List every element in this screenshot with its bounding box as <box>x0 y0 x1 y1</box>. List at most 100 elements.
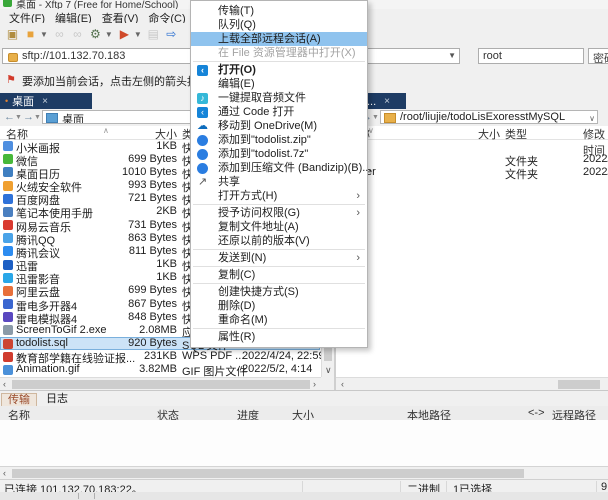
context-menu-item[interactable]: 复制文件地址(A) <box>191 220 367 234</box>
context-menu-item[interactable]: 添加到"todolist.zip" <box>191 133 367 147</box>
remote-file-list: 名称 ∨ 大小 类型 修改时间 文件夹2022/er文件夹2022/ <box>336 126 608 377</box>
context-menu-item[interactable]: 一键提取音频文件♪ <box>191 91 367 105</box>
tab-transfer[interactable]: 传输 <box>1 393 37 407</box>
menu-item-label: 还原以前的版本(V) <box>218 235 310 247</box>
scroll-left-icon[interactable]: ‹ <box>3 468 6 478</box>
menu-item-label: 添加到"todolist.zip" <box>218 134 311 146</box>
context-menu-item[interactable]: 共享↗ <box>191 175 367 189</box>
context-menu-item[interactable]: 删除(D) <box>191 299 367 313</box>
context-menu-item[interactable]: 队列(Q) <box>191 18 367 32</box>
vscode-icon: ‹ <box>197 65 208 76</box>
transfer-col-5[interactable]: <-> <box>528 407 545 419</box>
context-menu-item[interactable]: 添加到压缩文件 (Bandizip)(B)... <box>191 161 367 175</box>
tab-local-desktop[interactable]: • 桌面 × <box>0 93 92 109</box>
file-icon <box>3 194 13 204</box>
scroll-thumb[interactable] <box>12 380 310 389</box>
context-menu-item[interactable]: 编辑(E) <box>191 77 367 91</box>
local-hscrollbar[interactable]: ‹ › <box>0 377 321 391</box>
transfer-hscrollbar[interactable]: ‹ <box>0 466 608 480</box>
path-dropdown-icon[interactable]: ∨ <box>589 114 595 123</box>
context-menu-item[interactable]: 创建快捷方式(S) <box>191 285 367 299</box>
forward-icon[interactable]: → <box>23 111 34 123</box>
file-size: 3.82MB <box>100 363 177 375</box>
forward-dropdown-icon[interactable]: ▼ <box>34 114 41 121</box>
tab-dot-icon: • <box>5 96 8 106</box>
transfer-icon[interactable]: ⇨ <box>163 26 180 42</box>
menu-item-label: 复制(C) <box>218 269 255 281</box>
scroll-thumb[interactable] <box>12 469 524 478</box>
file-row[interactable]: Animation.gif3.82MBGIF 图片文件2022/5/2, 4:1… <box>0 363 320 376</box>
file-row[interactable]: er文件夹2022/ <box>336 166 606 179</box>
remote-hscrollbar[interactable]: ‹ <box>336 377 608 391</box>
menu-item-label: 添加到压缩文件 (Bandizip)(B)... <box>218 162 371 174</box>
status-divider <box>302 481 303 492</box>
scroll-right-icon[interactable]: › <box>313 379 316 389</box>
menu-item-label: 授予访问权限(G) <box>218 207 300 219</box>
back-dropdown-icon[interactable]: ▼ <box>15 114 22 121</box>
back-icon[interactable]: ← <box>4 111 15 123</box>
tick <box>78 493 79 499</box>
scroll-left-icon[interactable]: ‹ <box>341 379 344 389</box>
context-menu-item[interactable]: 授予访问权限(G)› <box>191 206 367 220</box>
menu-item-label: 打开方式(H) <box>218 190 277 202</box>
context-menu-item[interactable]: 传输(T) <box>191 4 367 18</box>
tab-log[interactable]: 日志 <box>40 393 74 406</box>
session-properties-icon[interactable]: ⚙ <box>87 26 104 42</box>
scroll-thumb[interactable] <box>558 380 600 389</box>
menu-item-label: 上载全部远程会话(A) <box>218 33 321 45</box>
menu-item-label: 发送到(N) <box>218 252 266 264</box>
context-menu-item[interactable]: 上载全部远程会话(A) <box>191 32 367 46</box>
file-size: 867 Bytes <box>100 298 177 310</box>
file-name: ScreenToGif 2.exe <box>16 324 107 336</box>
menu-item-label: 共享 <box>218 176 240 188</box>
bandizip-icon <box>197 163 208 174</box>
new-session-icon[interactable]: ▣ <box>4 26 21 42</box>
scroll-down-icon[interactable]: ∨ <box>325 365 332 376</box>
context-menu-item[interactable]: 添加到"todolist.7z" <box>191 147 367 161</box>
open-folder-icon-dropdown[interactable]: ▼ <box>40 30 48 39</box>
scroll-left-icon[interactable]: ‹ <box>3 379 6 389</box>
run-icon-dropdown[interactable]: ▼ <box>134 30 142 39</box>
file-row[interactable]: 文件夹2022/ <box>336 153 606 166</box>
context-menu-item[interactable]: 移动到 OneDrive(M)☁ <box>191 119 367 133</box>
context-menu-item[interactable]: 还原以前的版本(V) <box>191 234 367 248</box>
app-icon <box>3 0 12 7</box>
file-row[interactable] <box>336 140 606 153</box>
context-menu-item[interactable]: 通过 Code 打开‹ <box>191 105 367 119</box>
run-icon[interactable]: ▶ <box>116 26 133 42</box>
remote-path-input[interactable]: /root/liujie/todoLisExoresstMySQL ∨ <box>380 110 598 124</box>
context-menu-item[interactable]: 重命名(M) <box>191 313 367 327</box>
file-size: 1KB <box>100 271 177 283</box>
file-name: Animation.gif <box>16 363 80 375</box>
forward-dropdown-icon[interactable]: ▼ <box>372 114 379 121</box>
window-title: 桌面 - Xftp 7 (Free for Home/School) <box>16 0 178 9</box>
address-value: sftp://101.132.70.183 <box>22 50 125 62</box>
file-type: GIF 图片文件 <box>182 363 247 377</box>
file-icon <box>3 220 13 230</box>
password-input[interactable]: 密码 <box>588 48 608 64</box>
vscode-icon: ‹ <box>197 107 208 118</box>
context-menu-item[interactable]: 发送到(N)› <box>191 251 367 265</box>
status-bar: 已连接 101.132.70.183:22。 二进制 1已选择 9 <box>0 479 608 493</box>
local-path-value: 桌面 <box>62 111 84 124</box>
context-menu-item: 在 File 资源管理器中打开(X) <box>191 46 367 60</box>
status-divider <box>400 481 401 492</box>
remote-path-value: /root/liujie/todoLisExoresstMySQL <box>400 111 565 123</box>
file-size: 699 Bytes <box>100 284 177 296</box>
connect-icon: ∞ <box>51 26 68 42</box>
context-menu-item[interactable]: 属性(R) <box>191 330 367 344</box>
tab-close-icon[interactable]: × <box>384 96 390 107</box>
context-menu-item[interactable]: 复制(C) <box>191 268 367 282</box>
menu-item-label: 删除(D) <box>218 300 255 312</box>
remote-nav-row: ← ▼ → ▼ /root/liujie/todoLisExoresstMySQ… <box>336 109 608 126</box>
remote-list-header: 名称 ∨ 大小 类型 修改时间 <box>336 126 608 140</box>
file-row[interactable]: 教育部学籍在线验证报...231KBWPS PDF ...2022/4/24, … <box>0 350 320 363</box>
open-folder-icon[interactable]: ■ <box>22 26 39 42</box>
context-menu-item[interactable]: 打开(O)‹ <box>191 63 367 77</box>
file-date: 2022/ <box>583 153 608 165</box>
address-dropdown-icon[interactable]: ▼ <box>448 51 456 60</box>
session-properties-icon-dropdown[interactable]: ▼ <box>105 30 113 39</box>
username-input[interactable]: root <box>478 48 584 64</box>
context-menu-item[interactable]: 打开方式(H)› <box>191 189 367 203</box>
tab-close-icon[interactable]: × <box>42 96 48 107</box>
